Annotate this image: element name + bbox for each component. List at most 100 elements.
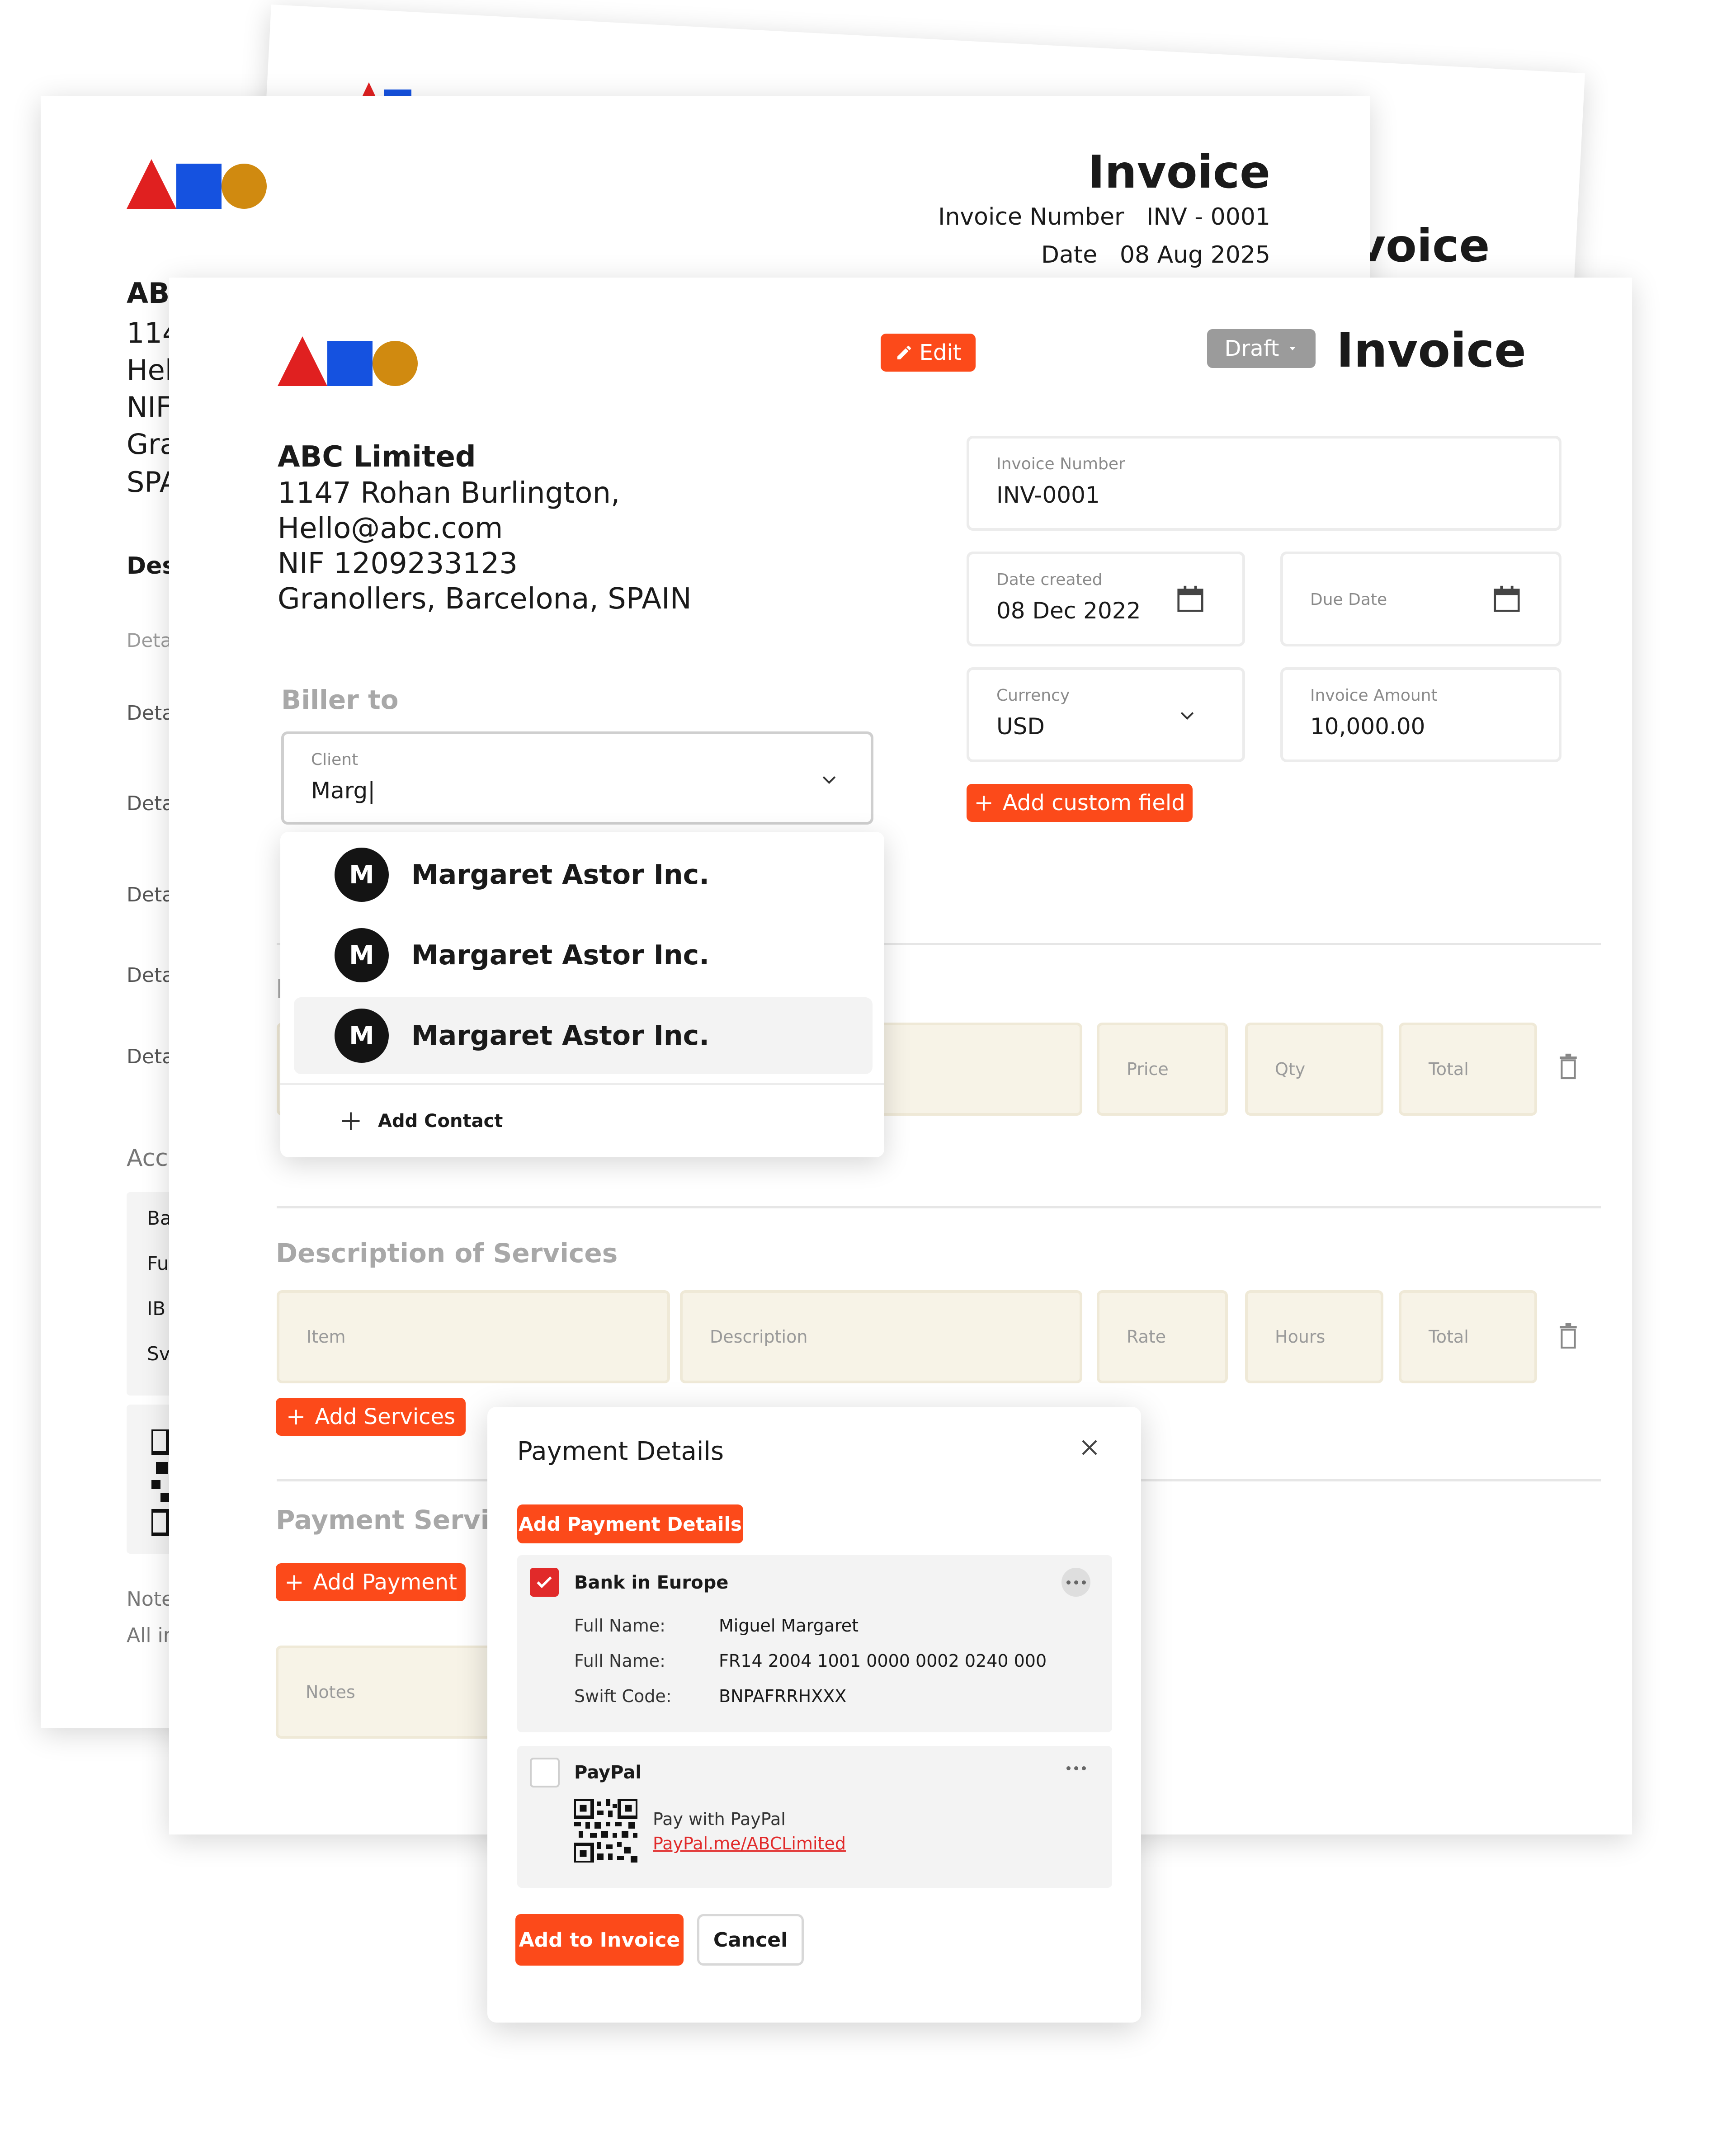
bank-row-label: Full Name: [574,1651,665,1671]
back-row-6: Deta [127,1045,175,1068]
trash-icon[interactable] [1557,1323,1580,1350]
chevron-down-icon[interactable] [1177,705,1197,725]
paypal-name: PayPal [574,1762,642,1783]
add-services-label: Add Services [315,1404,456,1429]
services-title: Description of Services [276,1238,618,1269]
plus-icon: + [286,1403,306,1430]
bank-row-label: Full Name: [574,1616,665,1636]
back-acc-row-4: Sv [147,1343,170,1365]
back-note-fragment: Note [127,1588,174,1611]
front-logo [278,336,418,386]
front-invoice-title: Invoice [1336,323,1526,378]
invoice-number-field[interactable]: Invoice Number INV-0001 [967,436,1561,531]
services-description-cell[interactable]: Description [680,1290,1082,1383]
avatar: M [335,1009,389,1063]
back-row-4: Deta [127,883,175,906]
add-to-invoice-label: Add to Invoice [519,1928,680,1952]
invoice-amount-label: Invoice Amount [1310,686,1438,705]
cancel-button[interactable]: Cancel [697,1914,804,1966]
bank-row-value: Miguel Margaret [719,1616,859,1636]
items-price-cell[interactable]: Price [1097,1023,1228,1116]
draft-status-label: Draft [1224,336,1279,361]
invoice-amount-field[interactable]: Invoice Amount 10,000.00 [1280,667,1561,762]
bank-name: Bank in Europe [574,1572,729,1593]
add-to-invoice-button[interactable]: Add to Invoice [515,1914,684,1966]
company-city: Granollers, Barcelona, SPAIN [278,582,692,616]
back-nif-fragment: NIF [127,391,172,424]
add-custom-field-button[interactable]: + Add custom field [967,784,1193,822]
biller-to-title: Biller to [281,684,399,715]
company-email: Hello@abc.com [278,512,503,545]
back-invoice-date-row: Date 08 Aug 2025 [1041,241,1270,269]
add-services-button[interactable]: + Add Services [276,1398,466,1436]
services-hours-cell[interactable]: Hours [1245,1290,1383,1383]
pencil-icon [897,346,911,359]
currency-value: USD [996,713,1045,740]
due-date-label: Due Date [1310,590,1387,609]
back-invoice-number-label: Invoice Number [938,203,1124,231]
currency-label: Currency [996,686,1070,705]
client-input[interactable]: Client Marg| [281,731,873,825]
add-contact-button[interactable]: Add Contact [339,1099,503,1144]
add-payment-button[interactable]: + Add Payment [276,1563,466,1601]
client-value: Marg| [311,778,376,804]
items-total-cell[interactable]: Total [1399,1023,1537,1116]
more-options-icon[interactable] [1061,1568,1090,1597]
payment-services-title: Payment Servic [276,1504,505,1535]
back-acc-row-1: Ba [147,1207,172,1229]
bank-row-value: BNPAFRRHXXX [719,1686,847,1706]
client-option[interactable]: M Margaret Astor Inc. [294,917,873,994]
client-option-highlighted[interactable]: M Margaret Astor Inc. [294,997,873,1074]
date-created-value: 08 Dec 2022 [996,598,1141,624]
payment-modal-title: Payment Details [517,1437,724,1466]
close-icon[interactable] [1078,1436,1101,1459]
bank-checkbox[interactable] [530,1568,559,1597]
caret-down-icon [1289,347,1296,350]
check-icon [537,1576,552,1589]
company-name: ABC Limited [278,440,476,474]
client-option-label: Margaret Astor Inc. [411,1020,710,1052]
date-created-field[interactable]: Date created 08 Dec 2022 [967,552,1245,646]
trash-icon[interactable] [1557,1053,1580,1080]
draft-status-dropdown[interactable]: Draft [1207,329,1316,368]
items-qty-cell[interactable]: Qty [1245,1023,1383,1116]
calendar-icon[interactable] [1175,582,1206,616]
currency-select[interactable]: Currency USD [967,667,1245,762]
calendar-icon[interactable] [1491,582,1523,616]
services-rate-cell[interactable]: Rate [1097,1290,1228,1383]
back-row-1: Deta [127,629,172,651]
add-payment-details-label: Add Payment Details [519,1513,742,1535]
back-invoice-number-row: Invoice Number INV - 0001 [938,203,1270,231]
back-company-fragment: AB [127,277,170,310]
client-option[interactable]: M Margaret Astor Inc. [294,836,873,913]
back-accounts-fragment: Acc [127,1145,168,1172]
due-date-field[interactable]: Due Date [1280,552,1561,646]
back-all-fragment: All ir [127,1624,171,1647]
add-payment-label: Add Payment [313,1570,457,1595]
paypal-pay-with: Pay with PayPal [653,1809,786,1829]
cancel-label: Cancel [713,1928,788,1952]
add-payment-details-button[interactable]: Add Payment Details [517,1504,743,1543]
services-item-cell[interactable]: Item [277,1290,670,1383]
bank-payment-card[interactable]: Bank in Europe Full Name: Miguel Margare… [517,1555,1112,1732]
paypal-link[interactable]: PayPal.me/ABCLimited [653,1834,846,1853]
divider [280,1083,884,1085]
client-option-label: Margaret Astor Inc. [411,859,710,891]
services-total-cell[interactable]: Total [1399,1290,1537,1383]
bank-row-label: Swift Code: [574,1686,672,1706]
paypal-checkbox[interactable] [530,1758,560,1787]
invoice-number-label: Invoice Number [996,455,1125,473]
avatar: M [335,848,389,902]
invoice-amount-value: 10,000.00 [1310,713,1425,740]
back-logo [127,159,267,209]
back-row-3: Deta [127,792,175,815]
paypal-payment-card[interactable]: PayPal Pay with PayPal PayPal.me/ABCLimi… [517,1746,1112,1888]
more-options-icon[interactable] [1062,1761,1090,1775]
third-invoice-title: voice [1356,219,1490,272]
back-invoice-date-value: 08 Aug 2025 [1119,241,1270,269]
back-row-5: Deta [127,964,175,987]
back-email-fragment: Hel [127,354,173,387]
client-dropdown-menu: M Margaret Astor Inc. M Margaret Astor I… [280,832,884,1157]
chevron-down-icon[interactable] [819,769,839,789]
edit-button[interactable]: Edit [881,334,976,372]
